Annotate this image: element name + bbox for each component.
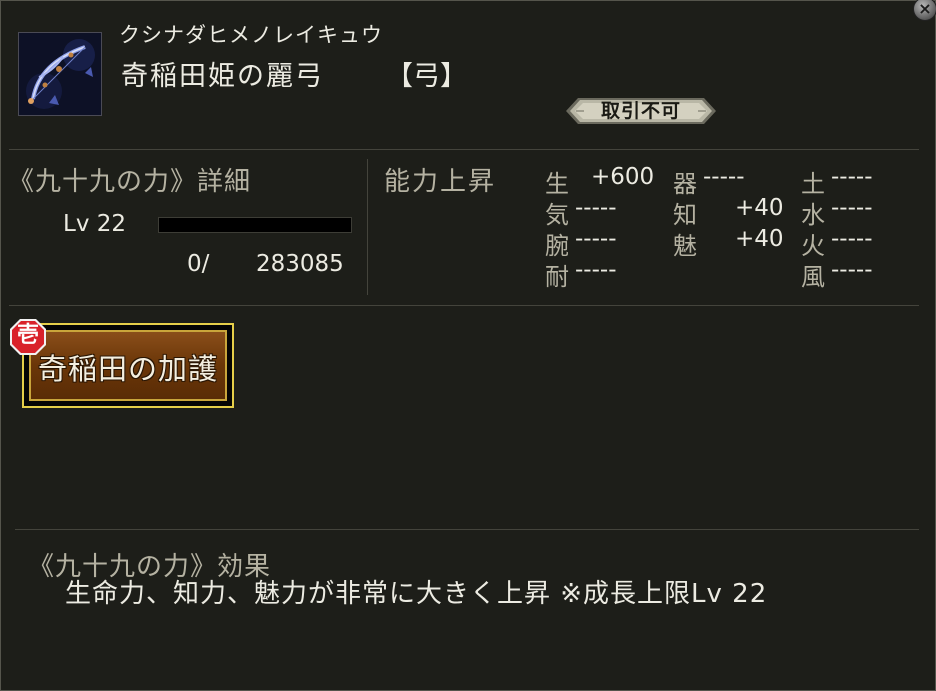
trade-status-label: 取引不可 [600, 100, 681, 122]
stat-label: 知 [673, 201, 697, 229]
skill-button[interactable]: 奇稲田の加護 [22, 323, 234, 408]
stat-value: +40 [735, 226, 784, 252]
divider [15, 529, 919, 530]
exp-max: 283085 [256, 251, 344, 277]
effect-description: 生命力、知力、魅力が非常に大きく上昇 ※成長上限Lv 22 [65, 579, 768, 609]
item-type: 【弓】 [386, 61, 467, 92]
stat-label: 魅 [673, 232, 697, 260]
skill-rank-label: 壱 [16, 323, 39, 348]
stat-label: 気 [545, 201, 569, 229]
stat-label: 生 [545, 170, 569, 198]
stat-value: ----- [575, 195, 617, 221]
item-name: 奇稲田姫の麗弓 [121, 61, 324, 92]
item-detail-panel: × クシナダヒメノレイキュウ 奇稲田姫の麗弓 【弓】 取引不可 《九十九の力》詳… [0, 0, 936, 691]
level-label: Lv 22 [63, 211, 127, 237]
stats-section-title: 能力上昇 [384, 167, 497, 197]
stat-value: +40 [735, 195, 784, 221]
divider [9, 305, 919, 306]
stat-value: ----- [831, 257, 873, 283]
stat-label: 腕 [545, 232, 569, 260]
close-button[interactable]: × [913, 0, 936, 21]
stat-label: 耐 [545, 263, 569, 291]
stat-value: +600 [591, 164, 655, 190]
trade-status-badge: 取引不可 [566, 97, 716, 125]
stat-label: 器 [673, 170, 697, 198]
stat-label: 火 [801, 232, 825, 260]
stat-value: ----- [831, 164, 873, 190]
bow-icon [18, 32, 102, 116]
stat-value: ----- [575, 257, 617, 283]
divider [9, 149, 919, 150]
growth-section-title: 《九十九の力》詳細 [8, 167, 252, 197]
stat-value: ----- [703, 164, 745, 190]
stat-label: 土 [801, 170, 825, 198]
skill-rank-badge: 壱 [9, 318, 47, 356]
divider [367, 159, 368, 295]
item-reading: クシナダヒメノレイキュウ [119, 23, 383, 47]
exp-progress-bar [158, 217, 352, 233]
exp-current: 0/ [187, 251, 210, 277]
stat-value: ----- [831, 195, 873, 221]
skill-label: 奇稲田の加護 [37, 352, 218, 386]
stat-value: ----- [575, 226, 617, 252]
stat-label: 風 [801, 263, 825, 291]
stat-label: 水 [801, 201, 825, 229]
stat-value: ----- [831, 226, 873, 252]
